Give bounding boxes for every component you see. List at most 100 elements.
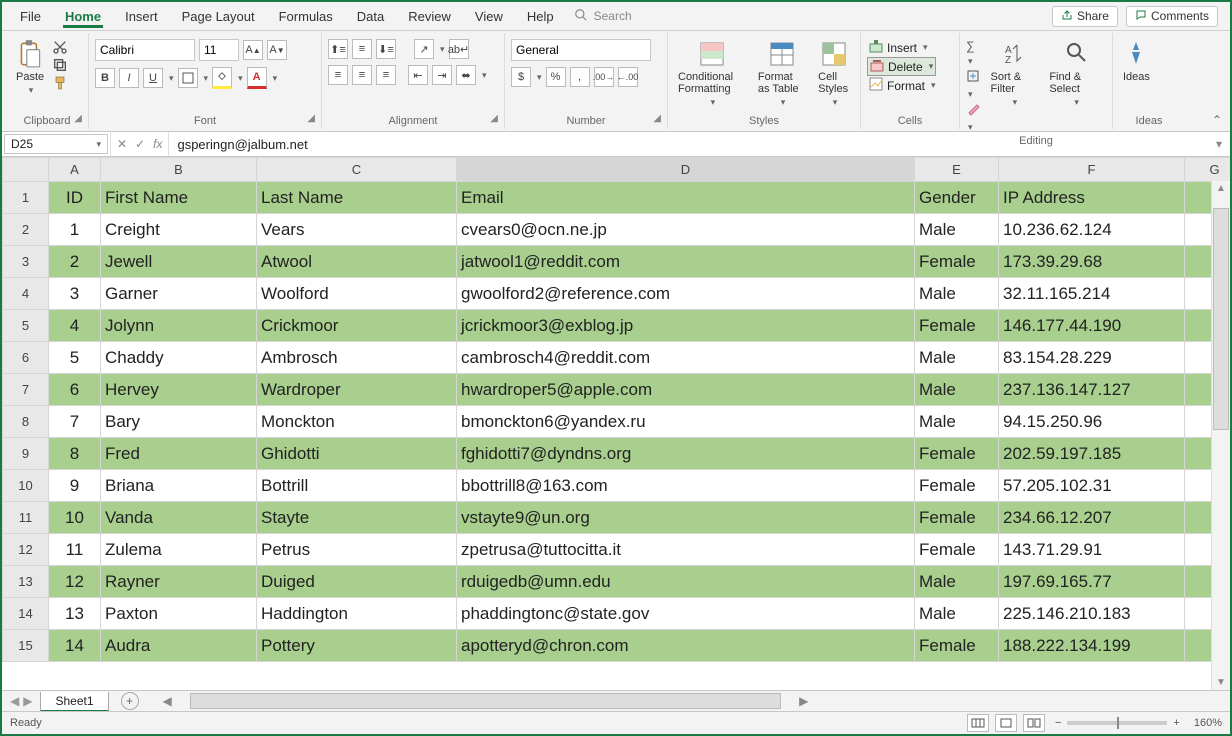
dialog-launcher-icon[interactable]: ◢	[490, 113, 498, 124]
cell[interactable]: 2	[49, 246, 101, 278]
page-layout-view-icon[interactable]	[995, 714, 1017, 732]
cell[interactable]: Male	[915, 342, 999, 374]
number-format-select[interactable]	[511, 39, 651, 61]
row-header[interactable]: 3	[3, 246, 49, 278]
menu-tab-file[interactable]: File	[8, 5, 53, 27]
cell[interactable]: 13	[49, 598, 101, 630]
format-cells-button[interactable]: Format▾	[867, 77, 938, 94]
cell[interactable]: zpetrusa@tuttocitta.it	[457, 534, 915, 566]
scroll-right-icon[interactable]: ▶	[795, 694, 812, 708]
cell[interactable]: IP Address	[999, 182, 1185, 214]
share-button[interactable]: Share	[1052, 6, 1118, 27]
row-header[interactable]: 14	[3, 598, 49, 630]
merge-center-icon[interactable]: ⬌	[456, 65, 476, 85]
row-header[interactable]: 8	[3, 406, 49, 438]
name-box[interactable]: D25 ▾	[4, 134, 108, 154]
cell[interactable]: Stayte	[257, 502, 457, 534]
zoom-out-button[interactable]: −	[1055, 717, 1061, 729]
cell[interactable]: cambrosch4@reddit.com	[457, 342, 915, 374]
row-header[interactable]: 9	[3, 438, 49, 470]
cell-styles-button[interactable]: Cell Styles▾	[814, 39, 854, 108]
sheet-nav-next-icon[interactable]: ▶	[23, 694, 32, 708]
expand-formula-bar-icon[interactable]: ▾	[1208, 137, 1230, 151]
cell[interactable]: Woolford	[257, 278, 457, 310]
row-header[interactable]: 6	[3, 342, 49, 374]
orientation-icon[interactable]: ↗	[414, 39, 434, 59]
scroll-thumb[interactable]	[190, 693, 781, 709]
cell[interactable]: Female	[915, 310, 999, 342]
fill-icon[interactable]: ▾	[966, 69, 983, 100]
cell[interactable]: bbottrill8@163.com	[457, 470, 915, 502]
cell[interactable]: Male	[915, 374, 999, 406]
cell[interactable]: 202.59.197.185	[999, 438, 1185, 470]
decrease-decimal-icon[interactable]: ←.00	[618, 67, 638, 87]
cell[interactable]: Audra	[101, 630, 257, 662]
cell[interactable]: 9	[49, 470, 101, 502]
cell[interactable]: rduigedb@umn.edu	[457, 566, 915, 598]
cell[interactable]: gwoolford2@reference.com	[457, 278, 915, 310]
cell[interactable]: Last Name	[257, 182, 457, 214]
cell[interactable]: 12	[49, 566, 101, 598]
scroll-up-icon[interactable]: ▲	[1216, 183, 1226, 194]
bold-button[interactable]: B	[95, 68, 115, 88]
align-middle-icon[interactable]: ≡	[352, 39, 372, 59]
fill-color-icon[interactable]	[212, 67, 232, 89]
cell[interactable]: First Name	[101, 182, 257, 214]
chevron-down-icon[interactable]: ▾	[169, 73, 174, 84]
ideas-button[interactable]: Ideas	[1119, 39, 1154, 83]
zoom-level[interactable]: 160%	[1194, 717, 1222, 729]
menu-tab-insert[interactable]: Insert	[113, 5, 170, 27]
row-header[interactable]: 11	[3, 502, 49, 534]
row-header[interactable]: 12	[3, 534, 49, 566]
spreadsheet-grid[interactable]: ABCDEFG 1IDFirst NameLast NameEmailGende…	[2, 157, 1230, 690]
cell[interactable]: fghidotti7@dyndns.org	[457, 438, 915, 470]
cell[interactable]: Hervey	[101, 374, 257, 406]
increase-decimal-icon[interactable]: .00→	[594, 67, 614, 87]
cell[interactable]: 4	[49, 310, 101, 342]
cell[interactable]: Zulema	[101, 534, 257, 566]
cell[interactable]: 8	[49, 438, 101, 470]
column-header-E[interactable]: E	[915, 158, 999, 182]
dialog-launcher-icon[interactable]: ◢	[307, 113, 315, 124]
align-right-icon[interactable]: ≡	[376, 65, 396, 85]
cell[interactable]: 1	[49, 214, 101, 246]
scroll-left-icon[interactable]: ◀	[159, 694, 176, 708]
cell[interactable]: Bary	[101, 406, 257, 438]
select-all-corner[interactable]	[3, 158, 49, 182]
menu-tab-page-layout[interactable]: Page Layout	[170, 5, 267, 27]
underline-button[interactable]: U	[143, 68, 163, 88]
menu-tab-data[interactable]: Data	[345, 5, 396, 27]
align-left-icon[interactable]: ≡	[328, 65, 348, 85]
sheet-nav-prev-icon[interactable]: ◀	[10, 694, 19, 708]
row-header[interactable]: 15	[3, 630, 49, 662]
cell[interactable]: Female	[915, 534, 999, 566]
cell[interactable]: 6	[49, 374, 101, 406]
menu-tab-home[interactable]: Home	[53, 5, 113, 27]
cell[interactable]: 11	[49, 534, 101, 566]
cell[interactable]: Male	[915, 566, 999, 598]
cell[interactable]: 197.69.165.77	[999, 566, 1185, 598]
cell[interactable]: Briana	[101, 470, 257, 502]
dialog-launcher-icon[interactable]: ◢	[653, 113, 661, 124]
cell[interactable]: Haddington	[257, 598, 457, 630]
page-break-view-icon[interactable]	[1023, 714, 1045, 732]
column-header-A[interactable]: A	[49, 158, 101, 182]
menu-tab-formulas[interactable]: Formulas	[267, 5, 345, 27]
add-sheet-button[interactable]: +	[121, 692, 139, 710]
scroll-thumb[interactable]	[1213, 208, 1229, 430]
scroll-down-icon[interactable]: ▼	[1216, 677, 1226, 688]
row-header[interactable]: 13	[3, 566, 49, 598]
cell[interactable]: Crickmoor	[257, 310, 457, 342]
cell[interactable]: jcrickmoor3@exblog.jp	[457, 310, 915, 342]
cell[interactable]: Female	[915, 470, 999, 502]
cell[interactable]: Bottrill	[257, 470, 457, 502]
cell[interactable]: 32.11.165.214	[999, 278, 1185, 310]
cancel-icon[interactable]: ✕	[117, 137, 127, 151]
cell[interactable]: Monckton	[257, 406, 457, 438]
column-header-B[interactable]: B	[101, 158, 257, 182]
cell[interactable]: Petrus	[257, 534, 457, 566]
cell[interactable]: Jolynn	[101, 310, 257, 342]
decrease-font-icon[interactable]: A▼	[267, 40, 287, 60]
delete-cells-button[interactable]: Delete▾	[867, 57, 936, 76]
find-select-button[interactable]: Find & Select▾	[1045, 39, 1106, 108]
